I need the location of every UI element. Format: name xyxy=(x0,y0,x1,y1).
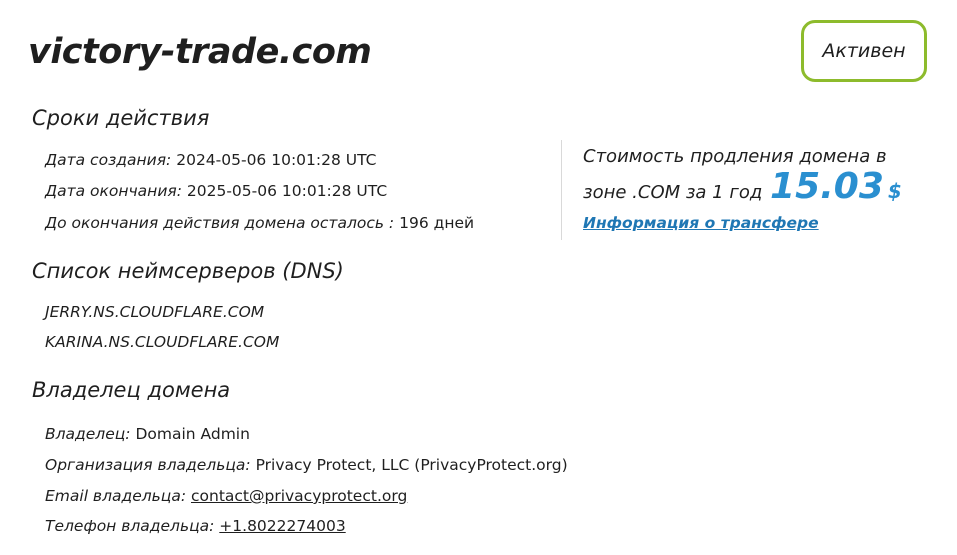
expires-label: Дата окончания: xyxy=(45,182,182,200)
renewal-price-box: Стоимость продления домена в зоне .COM з… xyxy=(583,142,913,232)
price-line2: зоне .COM за 1 год xyxy=(583,182,763,203)
owner-value: Domain Admin xyxy=(135,425,250,443)
domain-title: victory-trade.com xyxy=(28,32,372,72)
remaining-value: 196 дней xyxy=(399,214,475,232)
status-badge: Активен xyxy=(801,20,927,82)
owner-label: Владелец: xyxy=(45,425,131,443)
org-label: Организация владельца: xyxy=(45,456,251,474)
email-row: Email владельца: contact@privacyprotect.… xyxy=(45,485,407,507)
expires-row: Дата окончания: 2025-05-06 10:01:28 UTC xyxy=(45,180,387,202)
validity-heading: Сроки действия xyxy=(32,106,210,130)
remaining-label: До окончания действия домена осталось : xyxy=(45,214,395,232)
created-value: 2024-05-06 10:01:28 UTC xyxy=(176,151,377,169)
org-value: Privacy Protect, LLC (PrivacyProtect.org… xyxy=(255,456,568,474)
phone-label: Телефон владельца: xyxy=(45,517,215,535)
phone-row: Телефон владельца: +1.8022274003 xyxy=(45,515,346,537)
created-row: Дата создания: 2024-05-06 10:01:28 UTC xyxy=(45,149,377,171)
price-line2-row: зоне .COM за 1 год 15.03 $ xyxy=(583,169,913,208)
remaining-row: До окончания действия домена осталось : … xyxy=(45,212,474,234)
owner-heading: Владелец домена xyxy=(32,378,231,402)
price-currency: $ xyxy=(887,179,902,203)
email-link[interactable]: contact@privacyprotect.org xyxy=(191,487,407,505)
nameserver-item: JERRY.NS.CLOUDFLARE.COM xyxy=(45,303,265,321)
expires-value: 2025-05-06 10:01:28 UTC xyxy=(186,182,388,200)
nameserver-item: KARINA.NS.CLOUDFLARE.COM xyxy=(45,333,280,351)
price-amount: 15.03 xyxy=(770,166,884,207)
org-row: Организация владельца: Privacy Protect, … xyxy=(45,454,568,476)
transfer-info-link[interactable]: Информация о трансфере xyxy=(583,214,819,232)
phone-link[interactable]: +1.8022274003 xyxy=(219,517,345,535)
created-label: Дата создания: xyxy=(45,151,172,169)
email-label: Email владельца: xyxy=(45,487,187,505)
section-divider xyxy=(561,140,562,240)
nameservers-heading: Список неймсерверов (DNS) xyxy=(32,259,344,283)
owner-row: Владелец: Domain Admin xyxy=(45,423,250,445)
